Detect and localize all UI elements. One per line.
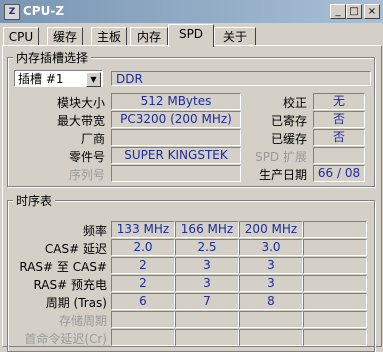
slot-select-dropdown[interactable]: 插槽 #1 ▼ <box>14 70 103 87</box>
manufacturer-value <box>111 129 241 146</box>
ras-precharge-label: RAS# 预充电 <box>33 278 107 292</box>
bank-cycle-label: 存储周期 <box>58 314 107 328</box>
command-rate-cell <box>303 329 367 346</box>
slot-select-value: 插槽 #1 <box>18 72 64 86</box>
cas-label: CAS# 延迟 <box>44 242 107 256</box>
cas-cell: 2.5 <box>175 239 239 256</box>
week-year-value: 66 / 08 <box>313 165 365 182</box>
title-bar: Z CPU-Z _ □ × <box>0 0 383 23</box>
bank-cycle-cell <box>111 311 175 328</box>
ras-to-cas-cell <box>303 257 367 274</box>
tab-cpu[interactable]: CPU <box>3 27 39 46</box>
buffered-label: 已缓存 <box>270 132 307 146</box>
command-rate-cell <box>111 329 175 346</box>
tras-cell: 7 <box>175 293 239 310</box>
chevron-down-icon[interactable]: ▼ <box>86 72 101 87</box>
registered-value: 否 <box>313 111 365 128</box>
ras-to-cas-cell: 3 <box>239 257 303 274</box>
part-number-value: SUPER KINGSTEK <box>111 147 241 164</box>
serial-number-value <box>111 165 241 182</box>
tab-spd[interactable]: SPD <box>168 24 214 47</box>
manufacturer-label: 厂商 <box>80 132 105 146</box>
memory-slot-group-title: 内存插槽选择 <box>13 49 92 66</box>
correction-label: 校正 <box>282 96 307 110</box>
tab-bar: CPU 缓存 主板 内存 SPD 关于 <box>0 24 383 47</box>
tab-about[interactable]: 关于 <box>214 27 256 46</box>
ras-precharge-cell <box>303 275 367 292</box>
command-rate-label: 首命令延迟(Cr) <box>24 332 107 346</box>
bank-cycle-cell <box>239 311 303 328</box>
command-rate-cell <box>175 329 239 346</box>
tab-cache[interactable]: 缓存 <box>47 27 83 46</box>
frequency-cell: 200 MHz <box>239 221 303 238</box>
serial-number-label: 序列号 <box>68 168 105 182</box>
tras-cell <box>303 293 367 310</box>
tras-cell: 8 <box>239 293 303 310</box>
ras-precharge-cell: 3 <box>239 275 303 292</box>
command-rate-cell <box>239 329 303 346</box>
module-size-label: 模块大小 <box>56 96 105 110</box>
tras-label: 周期 (Tras) <box>45 296 107 310</box>
memory-type-field: DDR <box>111 71 371 86</box>
tras-cell: 6 <box>111 293 175 310</box>
cas-cell: 3.0 <box>239 239 303 256</box>
registered-label: 已寄存 <box>270 114 307 128</box>
frequency-cell: 133 MHz <box>111 221 175 238</box>
spd-ext-value <box>313 147 365 164</box>
max-bandwidth-value: PC3200 (200 MHz) <box>111 111 241 128</box>
bank-cycle-cell <box>175 311 239 328</box>
ras-precharge-cell: 3 <box>175 275 239 292</box>
buffered-value: 否 <box>313 129 365 146</box>
ras-to-cas-label: RAS# 至 CAS# <box>19 260 107 274</box>
cpuz-app-icon[interactable]: Z <box>4 4 20 20</box>
frequency-label: 频率 <box>82 224 107 238</box>
timing-table-group-title: 时序表 <box>13 192 56 209</box>
week-year-label: 生产日期 <box>258 168 307 182</box>
bank-cycle-cell <box>303 311 367 328</box>
ras-to-cas-cell: 2 <box>111 257 175 274</box>
max-bandwidth-label: 最大带宽 <box>56 114 105 128</box>
tab-memory[interactable]: 内存 <box>130 27 168 46</box>
spd-panel: 内存插槽选择 插槽 #1 ▼ DDR 模块大小 512 MBytes 最大带宽 … <box>2 45 382 352</box>
correction-value: 无 <box>313 93 365 110</box>
cas-cell: 2.0 <box>111 239 175 256</box>
minimize-button[interactable]: _ <box>330 4 346 19</box>
frequency-cell <box>303 221 367 238</box>
cas-cell <box>303 239 367 256</box>
maximize-button[interactable]: □ <box>346 4 362 19</box>
ras-precharge-cell: 2 <box>111 275 175 292</box>
frequency-cell: 166 MHz <box>175 221 239 238</box>
tab-mainboard[interactable]: 主板 <box>91 27 127 46</box>
spd-ext-label: SPD 扩展 <box>255 150 307 164</box>
part-number-label: 零件号 <box>68 150 105 164</box>
module-size-value: 512 MBytes <box>111 93 241 110</box>
window-title: CPU-Z <box>23 4 65 18</box>
ras-to-cas-cell: 3 <box>175 257 239 274</box>
close-button[interactable]: × <box>364 4 380 19</box>
